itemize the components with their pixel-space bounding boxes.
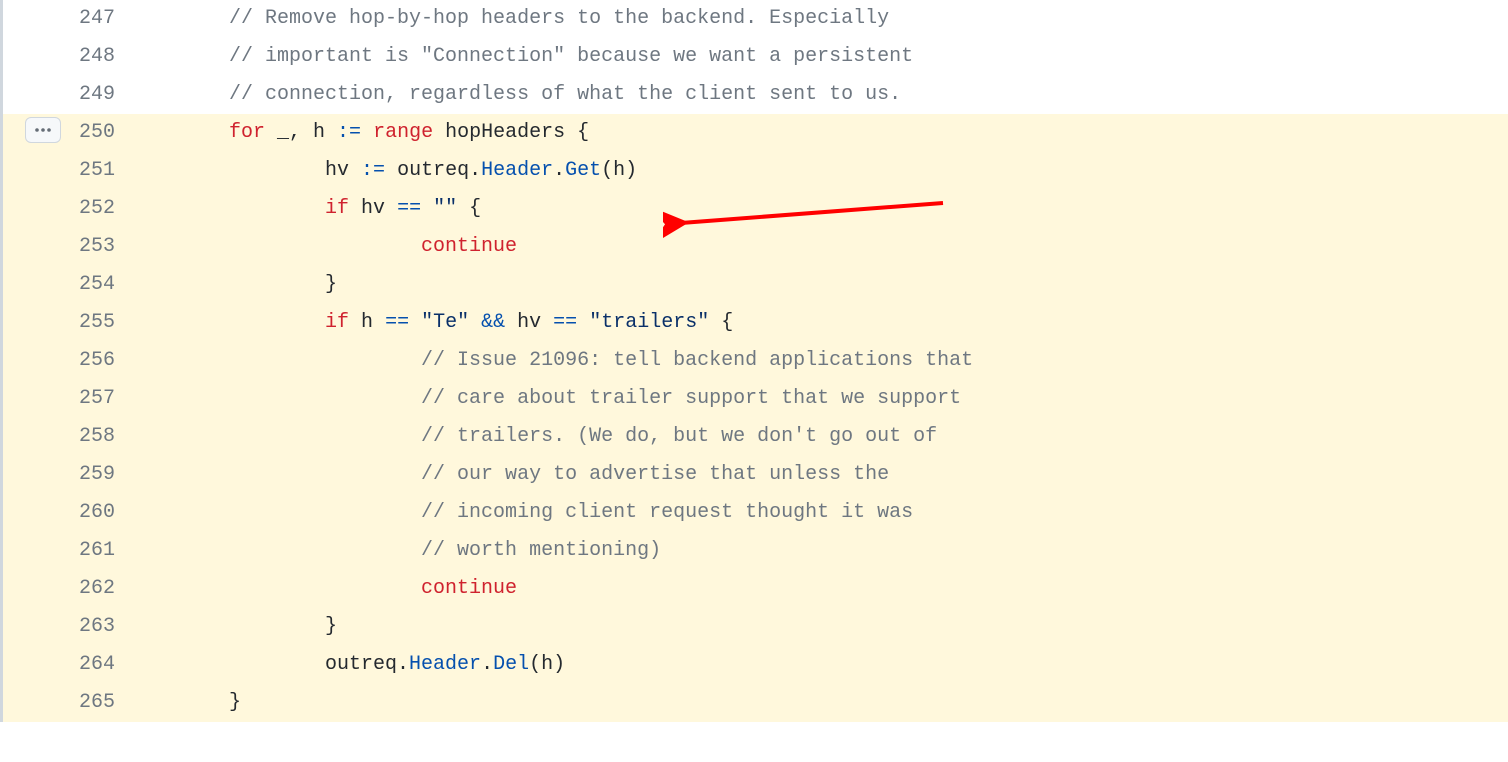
line-actions-button[interactable] (25, 117, 61, 143)
line-number[interactable]: 255 (3, 304, 133, 342)
code-content[interactable]: } (133, 608, 1508, 646)
line-number[interactable]: 263 (3, 608, 133, 646)
line-number[interactable]: 264 (3, 646, 133, 684)
code-content[interactable]: } (133, 266, 1508, 304)
line-number[interactable]: 265 (3, 684, 133, 722)
code-content[interactable]: // care about trailer support that we su… (133, 380, 1508, 418)
code-line: 260 // incoming client request thought i… (3, 494, 1508, 532)
code-viewer: 247 // Remove hop-by-hop headers to the … (0, 0, 1508, 722)
code-content[interactable]: for _, h := range hopHeaders { (133, 114, 1508, 152)
code-line: 255 if h == "Te" && hv == "trailers" { (3, 304, 1508, 342)
code-content[interactable]: // our way to advertise that unless the (133, 456, 1508, 494)
code-line: 256 // Issue 21096: tell backend applica… (3, 342, 1508, 380)
code-line: 253 continue (3, 228, 1508, 266)
line-number[interactable]: 254 (3, 266, 133, 304)
code-line: 262 continue (3, 570, 1508, 608)
line-number[interactable]: 249 (3, 76, 133, 114)
code-line: 254 } (3, 266, 1508, 304)
code-content[interactable]: continue (133, 228, 1508, 266)
line-number[interactable]: 258 (3, 418, 133, 456)
line-number[interactable]: 248 (3, 38, 133, 76)
line-number[interactable]: 257 (3, 380, 133, 418)
line-number[interactable]: 252 (3, 190, 133, 228)
line-number[interactable]: 262 (3, 570, 133, 608)
code-line: 248 // important is "Connection" because… (3, 38, 1508, 76)
code-line: 257 // care about trailer support that w… (3, 380, 1508, 418)
code-content[interactable]: if h == "Te" && hv == "trailers" { (133, 304, 1508, 342)
code-content[interactable]: continue (133, 570, 1508, 608)
code-line: 258 // trailers. (We do, but we don't go… (3, 418, 1508, 456)
line-number[interactable]: 260 (3, 494, 133, 532)
code-line: 247 // Remove hop-by-hop headers to the … (3, 0, 1508, 38)
line-number[interactable]: 250 (3, 114, 133, 152)
code-content[interactable]: // important is "Connection" because we … (133, 38, 1508, 76)
code-content[interactable]: // trailers. (We do, but we don't go out… (133, 418, 1508, 456)
line-number[interactable]: 261 (3, 532, 133, 570)
line-number[interactable]: 253 (3, 228, 133, 266)
code-line: 261 // worth mentioning) (3, 532, 1508, 570)
code-line: 263 } (3, 608, 1508, 646)
line-number[interactable]: 259 (3, 456, 133, 494)
code-content[interactable]: // incoming client request thought it wa… (133, 494, 1508, 532)
code-content[interactable]: // connection, regardless of what the cl… (133, 76, 1508, 114)
code-line: 259 // our way to advertise that unless … (3, 456, 1508, 494)
line-number[interactable]: 247 (3, 0, 133, 38)
code-content[interactable]: } (133, 684, 1508, 722)
code-content[interactable]: hv := outreq.Header.Get(h) (133, 152, 1508, 190)
code-line: 250 for _, h := range hopHeaders { (3, 114, 1508, 152)
code-line: 265 } (3, 684, 1508, 722)
code-content[interactable]: // worth mentioning) (133, 532, 1508, 570)
code-content[interactable]: // Issue 21096: tell backend application… (133, 342, 1508, 380)
code-content[interactable]: // Remove hop-by-hop headers to the back… (133, 0, 1508, 38)
code-line: 264 outreq.Header.Del(h) (3, 646, 1508, 684)
code-line: 251 hv := outreq.Header.Get(h) (3, 152, 1508, 190)
code-content[interactable]: if hv == "" { (133, 190, 1508, 228)
code-line: 249 // connection, regardless of what th… (3, 76, 1508, 114)
kebab-icon (34, 127, 52, 133)
line-number[interactable]: 256 (3, 342, 133, 380)
code-line: 252 if hv == "" { (3, 190, 1508, 228)
line-number[interactable]: 251 (3, 152, 133, 190)
code-content[interactable]: outreq.Header.Del(h) (133, 646, 1508, 684)
